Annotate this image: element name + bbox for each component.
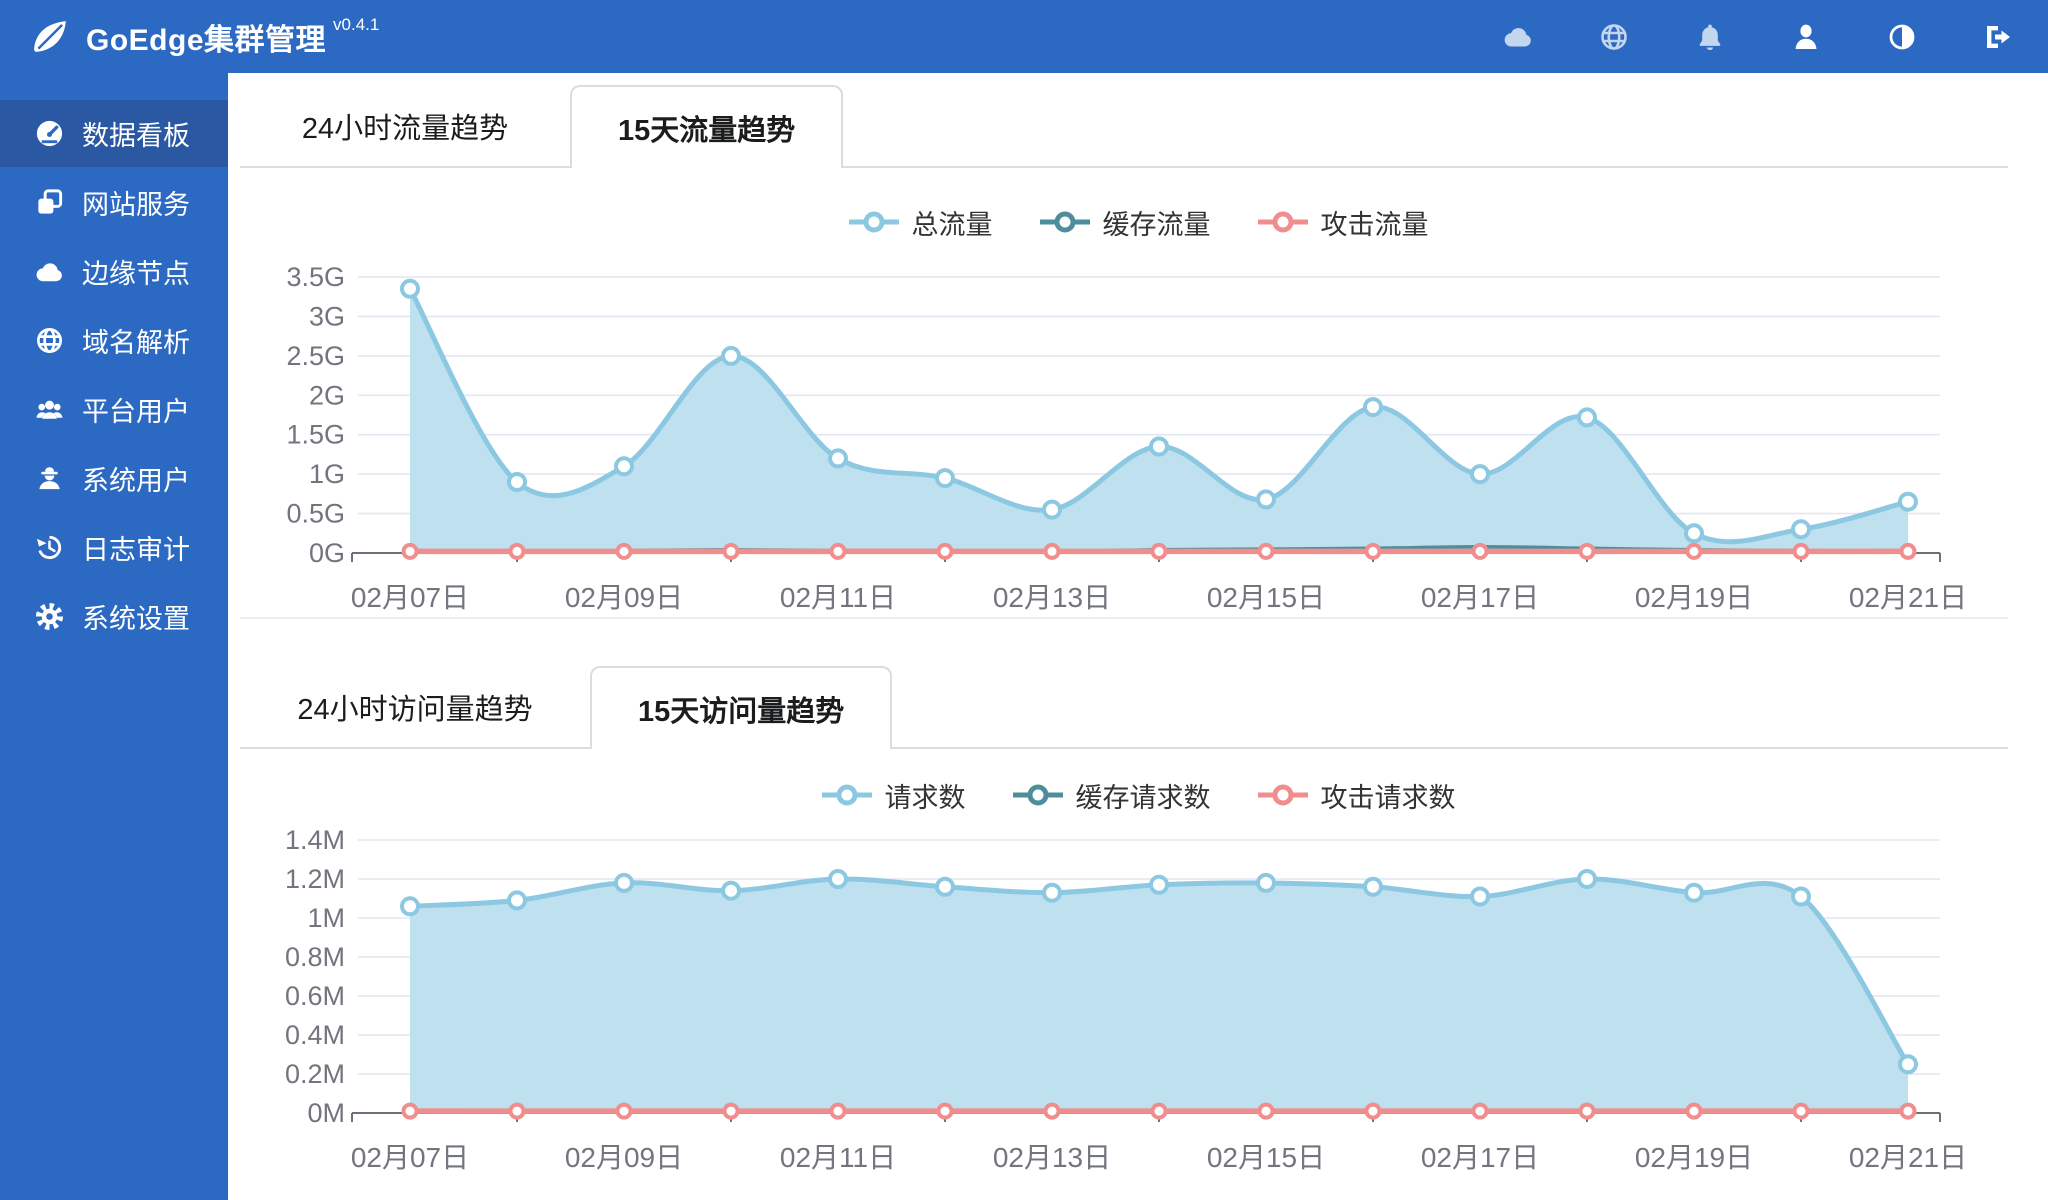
- requests-chart: 0M 0.2M 0.4M 0.6M 0.8M 1M 1.2M 1.4M 02月07日 02月09日…: [285, 825, 1967, 1173]
- sidebar-item-admin[interactable]: 系统用户: [0, 445, 228, 512]
- legend-marker-icon: [848, 211, 899, 233]
- svg-text:1.2M: 1.2M: [285, 864, 345, 894]
- globe-icon[interactable]: [1598, 21, 1630, 53]
- tab-15d-requests[interactable]: 15天访问量趋势: [590, 666, 893, 749]
- traffic-chart: 0G 0.5G 1G 1.5G 2G 2.5G 3G 3.5G 02月07日 02月09日 02月1…: [286, 262, 1967, 613]
- admin-icon: [34, 463, 65, 494]
- app-version: v0.4.1: [333, 14, 380, 34]
- svg-text:02月09日: 02月09日: [565, 1142, 683, 1173]
- svg-text:02月11日: 02月11日: [780, 582, 896, 613]
- section-divider: [240, 617, 2008, 619]
- svg-text:3G: 3G: [309, 301, 345, 331]
- svg-text:2G: 2G: [309, 380, 345, 410]
- svg-text:1.5G: 1.5G: [286, 420, 345, 450]
- sidebar-item-label: 系统用户: [82, 466, 190, 496]
- sidebar-item-label: 网站服务: [82, 190, 190, 220]
- svg-text:02月15日: 02月15日: [1207, 1142, 1325, 1173]
- svg-text:1M: 1M: [307, 903, 345, 933]
- legend-item[interactable]: 请求数: [821, 776, 966, 815]
- sidebar-item-label: 日志审计: [82, 535, 190, 565]
- history-icon: [34, 532, 65, 563]
- app-header: GoEdge集群管理 v0.4.1: [0, 0, 2048, 73]
- cloud-icon: [34, 256, 65, 287]
- sidebar-item-label: 数据看板: [82, 121, 190, 151]
- legend-item[interactable]: 攻击流量: [1257, 203, 1429, 242]
- svg-text:0.4M: 0.4M: [285, 1020, 345, 1050]
- sidebar-item-users[interactable]: 平台用户: [0, 376, 228, 443]
- tab-24h-traffic[interactable]: 24小时流量趋势: [240, 85, 570, 166]
- bell-icon[interactable]: [1694, 21, 1726, 53]
- logout-icon[interactable]: [1982, 21, 2014, 53]
- svg-text:02月07日: 02月07日: [351, 1142, 469, 1173]
- traffic-tabbar: 24小时流量趋势 15天流量趋势: [240, 85, 2008, 168]
- contrast-icon[interactable]: [1886, 21, 1918, 53]
- globe-icon: [34, 325, 65, 356]
- svg-text:02月13日: 02月13日: [993, 582, 1111, 613]
- legend-item[interactable]: 攻击请求数: [1257, 776, 1456, 815]
- user-icon[interactable]: [1790, 21, 1822, 53]
- sidebar-item-label: 边缘节点: [82, 259, 190, 289]
- legend-label: 请求数: [884, 782, 966, 813]
- app-logo-leaf-icon: [30, 17, 70, 57]
- users-icon: [34, 394, 65, 425]
- sidebar-item-cloud[interactable]: 边缘节点: [0, 238, 228, 305]
- svg-text:3.5G: 3.5G: [286, 262, 345, 292]
- svg-text:02月13日: 02月13日: [993, 1142, 1111, 1173]
- gear-icon: [34, 601, 65, 632]
- sidebar-item-label: 域名解析: [82, 328, 190, 358]
- dashboard-icon: [34, 118, 65, 149]
- svg-text:0.8M: 0.8M: [285, 942, 345, 972]
- svg-text:2.5G: 2.5G: [286, 341, 345, 371]
- svg-text:02月21日: 02月21日: [1849, 1142, 1967, 1173]
- svg-text:02月09日: 02月09日: [565, 582, 683, 613]
- svg-text:0.6M: 0.6M: [285, 981, 345, 1011]
- legend-marker-icon: [1039, 211, 1090, 233]
- legend-marker-icon: [1012, 784, 1063, 806]
- sidebar-item-label: 平台用户: [82, 397, 190, 427]
- svg-text:1G: 1G: [309, 459, 345, 489]
- legend-marker-icon: [1257, 784, 1308, 806]
- legend-label: 攻击流量: [1320, 209, 1429, 240]
- svg-text:02月19日: 02月19日: [1635, 582, 1753, 613]
- svg-text:0.2M: 0.2M: [285, 1059, 345, 1089]
- legend-item[interactable]: 缓存流量: [1039, 203, 1211, 242]
- legend-marker-icon: [1257, 211, 1308, 233]
- svg-text:0G: 0G: [309, 538, 345, 568]
- legend-label: 缓存流量: [1102, 209, 1211, 240]
- svg-text:02月07日: 02月07日: [351, 582, 469, 613]
- sidebar-item-label: 系统设置: [82, 604, 190, 634]
- sidebar-nav: 数据看板网站服务边缘节点域名解析平台用户系统用户日志审计系统设置: [0, 100, 228, 652]
- sidebar-item-dashboard[interactable]: 数据看板: [0, 100, 228, 167]
- sidebar-item-gear[interactable]: 系统设置: [0, 583, 228, 650]
- svg-text:02月15日: 02月15日: [1207, 582, 1325, 613]
- svg-text:02月17日: 02月17日: [1421, 1142, 1539, 1173]
- svg-text:02月21日: 02月21日: [1849, 582, 1967, 613]
- svg-text:1.4M: 1.4M: [285, 825, 345, 855]
- cloud-icon[interactable]: [1502, 21, 1534, 53]
- sidebar-item-sites[interactable]: 网站服务: [0, 169, 228, 236]
- sites-icon: [34, 187, 65, 218]
- legend-marker-icon: [821, 784, 872, 806]
- requests-tabbar: 24小时访问量趋势 15天访问量趋势: [240, 666, 2008, 749]
- sidebar-item-globe[interactable]: 域名解析: [0, 307, 228, 374]
- svg-text:02月19日: 02月19日: [1635, 1142, 1753, 1173]
- svg-text:0.5G: 0.5G: [286, 499, 345, 529]
- app-title: GoEdge集群管理: [86, 23, 327, 57]
- legend-label: 缓存请求数: [1075, 782, 1211, 813]
- legend-item[interactable]: 缓存请求数: [1012, 776, 1211, 815]
- header-icon-bar: [1502, 21, 2048, 53]
- legend-label: 总流量: [911, 209, 993, 240]
- svg-text:0M: 0M: [307, 1098, 345, 1128]
- svg-text:02月17日: 02月17日: [1421, 582, 1539, 613]
- tab-15d-traffic[interactable]: 15天流量趋势: [570, 85, 844, 168]
- legend-label: 攻击请求数: [1320, 782, 1456, 813]
- sidebar-item-history[interactable]: 日志审计: [0, 514, 228, 581]
- traffic-legend: 总流量 缓存流量 攻击流量: [228, 198, 2048, 246]
- svg-text:02月11日: 02月11日: [780, 1142, 896, 1173]
- tab-24h-requests[interactable]: 24小时访问量趋势: [240, 666, 590, 747]
- legend-item[interactable]: 总流量: [848, 203, 993, 242]
